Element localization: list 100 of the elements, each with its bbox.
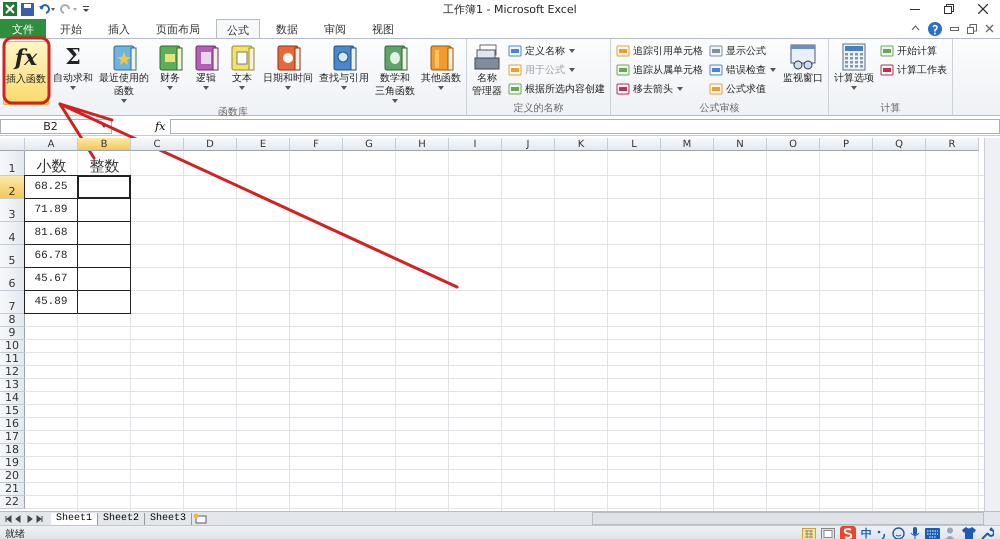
normal-view-icon[interactable] bbox=[802, 528, 816, 539]
column-header[interactable]: L bbox=[608, 138, 661, 151]
ribbon-tab[interactable]: 视图 bbox=[362, 19, 404, 38]
row-header[interactable]: 8 bbox=[0, 314, 25, 327]
input-mode-toggle[interactable]: 中 bbox=[861, 526, 872, 539]
column-header[interactable]: F bbox=[290, 138, 343, 151]
row-header[interactable]: 4 bbox=[0, 222, 25, 245]
sheet-tab[interactable]: Sheet1 bbox=[51, 512, 98, 524]
column-header[interactable]: P bbox=[820, 138, 873, 151]
column-header[interactable]: N bbox=[714, 138, 767, 151]
horizontal-scrollbar[interactable] bbox=[592, 512, 984, 525]
row-header[interactable]: 3 bbox=[0, 199, 25, 222]
selected-cell[interactable] bbox=[77, 175, 131, 199]
ribbon-small-button[interactable]: 定义名称 bbox=[506, 42, 607, 60]
restore-icon[interactable] bbox=[944, 4, 954, 14]
row-header[interactable]: 19 bbox=[0, 457, 25, 470]
ribbon-small-button[interactable]: 追踪引用单元格 bbox=[614, 42, 705, 60]
row-header[interactable]: 9 bbox=[0, 327, 25, 340]
help-icon[interactable] bbox=[928, 22, 942, 36]
column-header[interactable]: H bbox=[396, 138, 449, 151]
group-label: 定义的名称 bbox=[512, 102, 564, 115]
ribbon-small-button[interactable]: 根据所选内容创建 bbox=[506, 80, 607, 98]
ribbon-tab[interactable]: 公式 bbox=[216, 19, 260, 38]
column-header[interactable]: G bbox=[343, 138, 396, 151]
ribbon-button[interactable]: 查找与引用 bbox=[317, 41, 371, 105]
ribbon-small-button[interactable]: 计算工作表 bbox=[878, 61, 949, 79]
wrench-icon[interactable] bbox=[981, 527, 994, 539]
ribbon-button[interactable]: 监视窗口 bbox=[781, 41, 825, 101]
ribbon-small-button[interactable]: 错误检查 bbox=[707, 61, 779, 79]
formula-input[interactable] bbox=[170, 118, 1000, 134]
row-header[interactable]: 7 bbox=[0, 291, 25, 314]
ribbon-button[interactable]: 名称 管理器 bbox=[470, 41, 504, 101]
row-header[interactable]: 2 bbox=[0, 176, 25, 199]
new-sheet-icon[interactable] bbox=[192, 513, 208, 524]
keyboard-icon[interactable] bbox=[925, 528, 940, 539]
ribbon-tab[interactable]: 文件 bbox=[0, 19, 46, 38]
shirt-icon[interactable] bbox=[962, 527, 976, 539]
row-header[interactable]: 20 bbox=[0, 470, 25, 483]
column-header[interactable]: K bbox=[555, 138, 608, 151]
column-header[interactable]: O bbox=[767, 138, 820, 151]
ribbon-tab[interactable]: 插入 bbox=[98, 19, 140, 38]
column-header[interactable]: E bbox=[237, 138, 290, 151]
name-box[interactable]: B2 bbox=[0, 118, 112, 134]
row-header[interactable]: 10 bbox=[0, 340, 25, 353]
ribbon-small-button[interactable]: 追踪从属单元格 bbox=[614, 61, 705, 79]
ribbon-button[interactable]: 数学和 三角函数 bbox=[373, 41, 417, 105]
ribbon-tab[interactable]: 数据 bbox=[266, 19, 308, 38]
row-header[interactable]: 21 bbox=[0, 483, 25, 496]
punctuation-icon[interactable] bbox=[877, 528, 887, 539]
ribbon-tab[interactable]: 审阅 bbox=[314, 19, 356, 38]
row-header[interactable]: 14 bbox=[0, 392, 25, 405]
column-header[interactable]: J bbox=[502, 138, 555, 151]
ribbon-button[interactable]: 文本 bbox=[225, 41, 259, 105]
close-icon[interactable] bbox=[978, 4, 988, 14]
ribbon-small-button[interactable]: 开始计算 bbox=[878, 42, 949, 60]
save-icon[interactable] bbox=[21, 2, 34, 16]
row-header[interactable]: 12 bbox=[0, 366, 25, 379]
ribbon-small-button[interactable]: 显示公式 bbox=[707, 42, 779, 60]
column-header[interactable]: A bbox=[25, 138, 78, 151]
row-header[interactable]: 22 bbox=[0, 496, 25, 509]
page-layout-icon[interactable] bbox=[821, 528, 835, 539]
ribbon-tab[interactable]: 页面布局 bbox=[146, 19, 210, 38]
vertical-scrollbar[interactable] bbox=[984, 138, 1000, 511]
row-header[interactable]: 6 bbox=[0, 268, 25, 291]
column-header[interactable]: D bbox=[184, 138, 237, 151]
ribbon-button[interactable]: 逻辑 bbox=[189, 41, 223, 105]
minimize-icon[interactable] bbox=[950, 24, 959, 33]
row-header[interactable]: 18 bbox=[0, 444, 25, 457]
ribbon-button[interactable]: 财务 bbox=[153, 41, 187, 105]
row-header[interactable]: 15 bbox=[0, 405, 25, 418]
ribbon-small-button[interactable]: 移去箭头 bbox=[614, 80, 705, 98]
group-label: 函数库 bbox=[217, 106, 249, 119]
row-header[interactable]: 11 bbox=[0, 353, 25, 366]
column-header[interactable]: C bbox=[131, 138, 184, 151]
column-header[interactable]: B bbox=[78, 138, 131, 151]
column-header[interactable]: I bbox=[449, 138, 502, 151]
restore-icon[interactable] bbox=[967, 24, 977, 34]
ribbon-button[interactable]: 最近使用的 函数 bbox=[97, 41, 151, 105]
column-header[interactable]: Q bbox=[873, 138, 926, 151]
customize-toolbar-icon[interactable] bbox=[82, 4, 90, 14]
collapse-ribbon-icon[interactable] bbox=[911, 24, 920, 33]
column-header[interactable]: R bbox=[926, 138, 979, 151]
row-header[interactable]: 1 bbox=[0, 151, 25, 176]
ribbon-button[interactable]: 计算选项 bbox=[832, 41, 876, 101]
row-header[interactable]: 13 bbox=[0, 379, 25, 392]
ribbon-button[interactable]: 其他函数 bbox=[419, 41, 463, 105]
column-header[interactable]: M bbox=[661, 138, 714, 151]
insert-function-button[interactable]: fx bbox=[152, 120, 168, 132]
row-header[interactable]: 17 bbox=[0, 431, 25, 444]
close-icon[interactable] bbox=[985, 24, 994, 33]
microphone-icon[interactable] bbox=[910, 527, 920, 539]
ribbon-tab[interactable]: 开始 bbox=[50, 19, 92, 38]
input-method-icon[interactable] bbox=[840, 526, 856, 539]
smiley-icon[interactable] bbox=[892, 527, 905, 539]
undo-icon[interactable] bbox=[38, 3, 56, 15]
ribbon-small-button[interactable]: 公式求值 bbox=[707, 80, 779, 98]
row-header[interactable]: 16 bbox=[0, 418, 25, 431]
ribbon-button[interactable]: Σ 自动求和 bbox=[51, 41, 95, 105]
row-header[interactable]: 5 bbox=[0, 245, 25, 268]
ribbon-button[interactable]: 日期和时间 bbox=[261, 41, 315, 105]
